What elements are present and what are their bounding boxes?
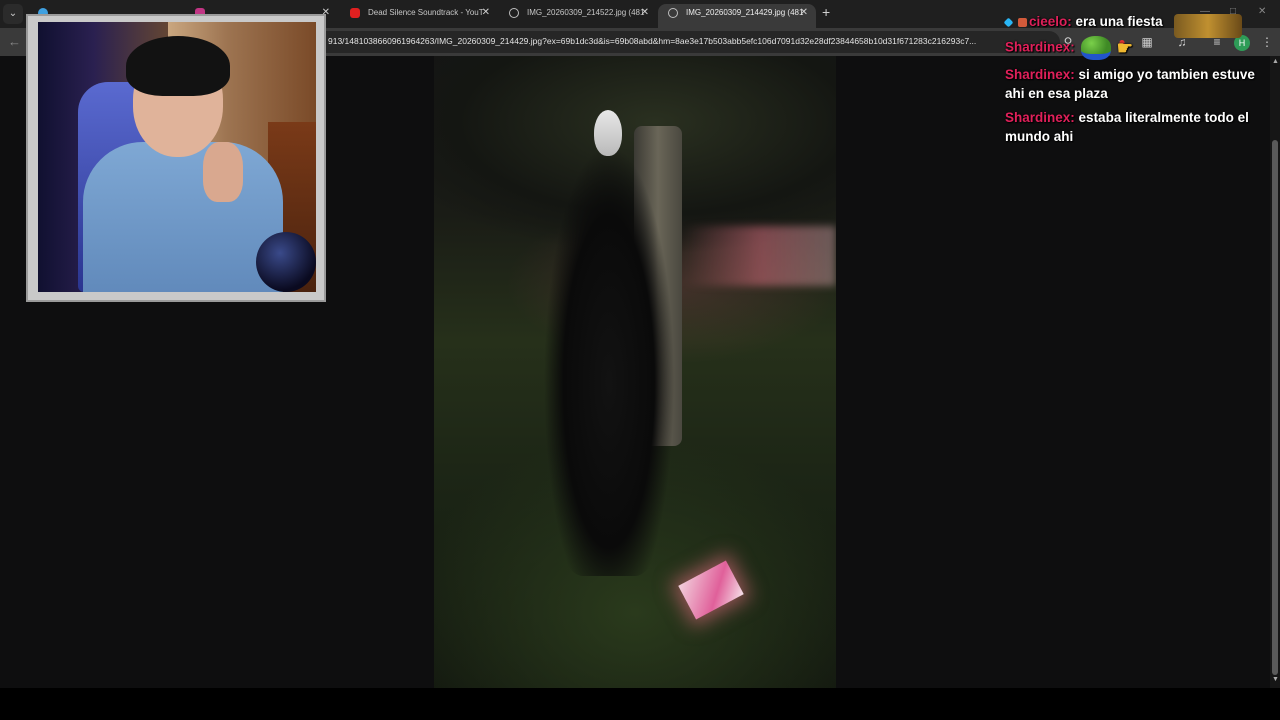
scroll-up-icon[interactable]: ▲ — [1272, 58, 1279, 65]
globe-icon — [668, 8, 678, 18]
chat-message: cieelo: era una fiesta — [1003, 12, 1255, 31]
chat-overlay: cieelo: era una fiesta Shardinex: ☛ Shard… — [1003, 12, 1255, 151]
scroll-down-icon[interactable]: ▼ — [1272, 676, 1279, 683]
white-mask — [594, 110, 622, 156]
kebab-menu-icon[interactable]: ⋮ — [1260, 35, 1274, 49]
url-text: 913/1481038660961964263/IMG_20260309_214… — [328, 36, 977, 46]
close-icon[interactable]: ✕ — [800, 4, 808, 22]
chat-username: cieelo: — [1029, 14, 1072, 29]
youtube-icon — [350, 8, 360, 18]
new-tab-button[interactable]: + — [822, 4, 830, 20]
cloaked-figure — [544, 146, 674, 576]
pointing-hand-icon: ☛ — [1116, 37, 1133, 58]
tab-label: Dead Silence Soundtrack - YouT — [368, 8, 484, 17]
address-bar[interactable]: 913/1481038660961964263/IMG_20260309_214… — [300, 31, 1060, 53]
chevron-down-icon[interactable]: ⌄ — [3, 4, 23, 24]
chat-message: Shardinex: estaba literalmente todo el m… — [1005, 108, 1255, 146]
window-close-icon[interactable]: ✕ — [1258, 6, 1266, 17]
microphone — [256, 232, 316, 292]
scrollbar-thumb[interactable] — [1272, 140, 1278, 675]
chat-message: Shardinex: ☛ — [1005, 36, 1255, 60]
chat-message: Shardinex: si amigo yo tambien estuve ah… — [1005, 65, 1255, 103]
chat-username: Shardinex: — [1005, 67, 1075, 82]
back-arrow-icon[interactable]: ← — [8, 34, 21, 49]
pepe-icon — [1080, 36, 1111, 60]
streamer-hair — [126, 36, 230, 96]
pin-badge-icon — [1003, 17, 1014, 28]
close-icon[interactable]: ✕ — [482, 4, 490, 22]
distant-lights — [684, 226, 836, 286]
streamer-body — [83, 142, 283, 292]
tab-img-214522[interactable]: IMG_20260309_214522.jpg (481 ✕ — [499, 4, 657, 28]
streamer-hand — [203, 142, 243, 202]
tab-dead-silence[interactable]: Dead Silence Soundtrack - YouT ✕ — [340, 4, 498, 28]
close-icon[interactable]: ✕ — [641, 4, 649, 22]
globe-icon — [509, 8, 519, 18]
tab-img-214429[interactable]: IMG_20260309_214429.jpg (481 ✕ — [658, 4, 816, 28]
chat-username: Shardinex: — [1005, 39, 1075, 55]
tab-label: IMG_20260309_214522.jpg (481 — [527, 8, 645, 17]
chat-username: Shardinex: — [1005, 110, 1075, 125]
bottom-bar — [0, 688, 1280, 720]
chat-text: era una fiesta — [1075, 14, 1163, 29]
glowing-paper — [678, 560, 744, 620]
tab-label: IMG_20260309_214429.jpg (481 — [686, 8, 804, 17]
night-photo[interactable] — [434, 56, 836, 688]
webcam-feed — [38, 22, 316, 292]
sub-badge-icon — [1018, 17, 1027, 27]
